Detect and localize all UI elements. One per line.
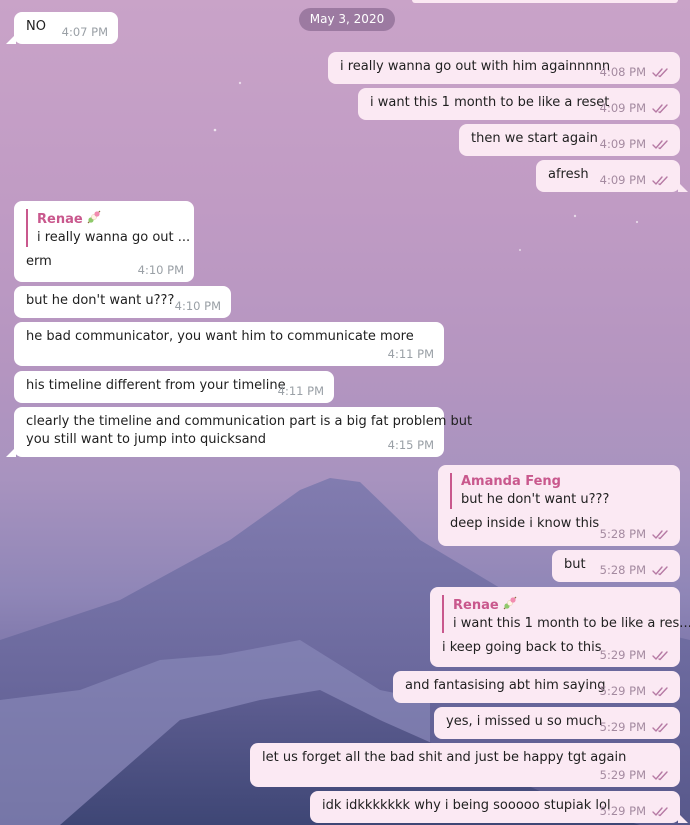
message-bubble-incoming[interactable]: he bad communicator, you want him to com… (14, 322, 444, 366)
double-check-icon (652, 176, 668, 186)
message-time: 5:29 PM (599, 768, 646, 782)
message-bubble-outgoing-reply[interactable]: Amanda Feng but he don't want u??? deep … (438, 465, 680, 546)
reply-quote[interactable]: Renae i really wanna go out ... (26, 209, 191, 247)
message-time: 4:11 PM (277, 384, 324, 398)
message-time: 5:29 PM (599, 648, 646, 662)
message-bubble-outgoing[interactable]: yes, i missed u so much 5:29 PM (434, 707, 680, 739)
message-bubble-incoming-reply[interactable]: Renae i really wanna go out ... erm 4:10… (14, 201, 194, 282)
message-text: let us forget all the bad shit and just … (262, 750, 627, 765)
double-check-icon (652, 687, 668, 697)
reply-quote[interactable]: Amanda Feng but he don't want u??? (450, 473, 669, 509)
double-check-icon (652, 530, 668, 540)
reply-quote[interactable]: Renae i want this 1 month to be like a r… (442, 595, 690, 633)
message-meta: 5:28 PM (600, 563, 670, 577)
message-time: 5:29 PM (599, 720, 646, 734)
message-bubble-incoming[interactable]: NO 4:07 PM (14, 12, 118, 44)
double-check-icon (652, 771, 668, 781)
message-bubble-incoming[interactable]: but he don't want u??? 4:10 PM (14, 286, 231, 318)
reply-snippet: i want this 1 month to be like a res... (453, 616, 690, 631)
message-text-line-1: clearly the timeline and communication p… (26, 414, 473, 429)
message-meta: 5:29 PM (600, 648, 670, 662)
message-time: 4:15 PM (387, 438, 434, 452)
message-time: 4:08 PM (599, 65, 646, 79)
message-time: 4:09 PM (599, 101, 646, 115)
date-separator: May 3, 2020 (299, 8, 395, 31)
reply-author: Amanda Feng (461, 474, 561, 489)
message-bubble-outgoing[interactable]: let us forget all the bad shit and just … (250, 743, 680, 787)
message-time: 5:29 PM (599, 804, 646, 818)
message-meta: 5:29 PM (600, 804, 670, 818)
chat-history[interactable]: May 3, 2020 NO 4:07 PM i really wanna go… (0, 0, 690, 825)
message-meta: 5:29 PM (600, 684, 670, 698)
dango-emoji-icon (503, 596, 517, 610)
reply-author: Renae (453, 595, 669, 615)
message-time: 4:07 PM (61, 25, 108, 39)
message-time: 4:11 PM (387, 347, 434, 361)
message-meta: 5:29 PM (600, 768, 670, 782)
reply-author: Renae (37, 209, 183, 229)
dango-emoji-icon (87, 210, 101, 224)
message-bubble-incoming[interactable]: clearly the timeline and communication p… (14, 407, 473, 457)
message-bubble-incoming[interactable]: his timeline different from your timelin… (14, 371, 334, 403)
message-time: 4:10 PM (174, 299, 221, 313)
message-time: 5:28 PM (599, 527, 646, 541)
double-check-icon (652, 104, 668, 114)
message-time: 5:28 PM (599, 563, 646, 577)
message-bubble-outgoing[interactable]: afresh 4:09 PM (536, 160, 680, 192)
message-meta: 4:09 PM (600, 101, 670, 115)
double-check-icon (652, 651, 668, 661)
message-bubble-outgoing[interactable]: but 5:28 PM (552, 550, 680, 582)
message-text: he bad communicator, you want him to com… (26, 329, 414, 344)
message-bubble-outgoing[interactable]: then we start again 4:09 PM (459, 124, 680, 156)
message-bubble-outgoing[interactable]: and fantasising abt him saying 5:29 PM (393, 671, 680, 703)
reply-snippet: but he don't want u??? (461, 492, 610, 507)
reply-snippet: i really wanna go out ... (37, 230, 191, 245)
message-meta: 4:09 PM (600, 173, 670, 187)
message-bubble-outgoing-reply[interactable]: Renae i want this 1 month to be like a r… (430, 587, 690, 667)
double-check-icon (652, 140, 668, 150)
double-check-icon (652, 723, 668, 733)
message-time: 4:09 PM (599, 137, 646, 151)
previous-message-bubble (412, 0, 678, 3)
message-text-line-2: you still want to jump into quicksand (26, 432, 267, 447)
message-meta: 4:09 PM (600, 137, 670, 151)
message-meta: 4:08 PM (600, 65, 670, 79)
double-check-icon (652, 566, 668, 576)
message-bubble-outgoing[interactable]: i really wanna go out with him againnnnn… (328, 52, 680, 84)
double-check-icon (652, 68, 668, 78)
message-time: 5:29 PM (599, 684, 646, 698)
double-check-icon (652, 807, 668, 817)
message-bubble-outgoing[interactable]: idk idkkkkkkk why i being sooooo stupiak… (310, 791, 680, 823)
message-time: 4:09 PM (599, 173, 646, 187)
message-bubble-outgoing[interactable]: i want this 1 month to be like a reset 4… (358, 88, 680, 120)
message-time: 4:10 PM (137, 263, 184, 277)
message-meta: 5:29 PM (600, 720, 670, 734)
message-meta: 5:28 PM (600, 527, 670, 541)
